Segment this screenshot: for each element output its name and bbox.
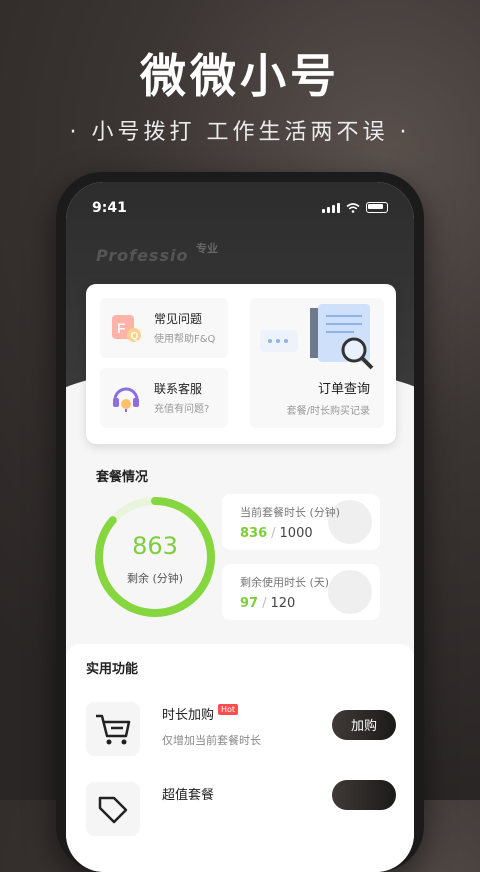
- status-icons: [322, 202, 388, 213]
- features-panel: 实用功能 时长加购 Hot 仅增加当前套餐时长 加购 超值套餐: [66, 644, 414, 872]
- order-title: 订单查询: [317, 382, 370, 397]
- remaining-label: 剩余 (分钟): [126, 572, 184, 585]
- current-used: 836: [240, 526, 268, 541]
- wifi-icon: [346, 202, 360, 213]
- current-package-card: 当前套餐时长 (分钟) 836/1000: [222, 494, 380, 550]
- current-package-label: 当前套餐时长 (分钟): [240, 506, 341, 519]
- hero-title: 微微小号: [140, 49, 340, 103]
- feature-title: 超值套餐: [162, 784, 214, 803]
- phone-screen: 9:41 Professio 专业 F Q 常见问题 使用帮助F&Q 联系客服 …: [66, 182, 414, 872]
- feature-desc: 仅增加当前套餐时长: [162, 734, 261, 747]
- signal-icon: [322, 202, 340, 213]
- contact-desc: 充值有问题?: [154, 404, 210, 415]
- contact-item[interactable]: 联系客服 充值有问题?: [100, 368, 228, 428]
- order-query-item[interactable]: 订单查询 套餐/时长购买记录: [250, 298, 384, 428]
- feature-title: 时长加购 Hot: [162, 704, 239, 723]
- headset-icon: [113, 387, 139, 412]
- cart-icon: [96, 714, 131, 745]
- faq-item[interactable]: F Q 常见问题 使用帮助F&Q: [100, 298, 228, 358]
- package-buy-button[interactable]: [332, 780, 396, 810]
- service-card: F Q 常见问题 使用帮助F&Q 联系客服 充值有问题? 订单查询 套餐/时长购…: [86, 284, 396, 444]
- contact-title: 联系客服: [154, 382, 203, 396]
- order-document-icon: [260, 304, 374, 370]
- brand-watermark: Professio: [96, 246, 189, 265]
- hero-subtitle: · 小号拨打 工作生活两不误 ·: [69, 120, 411, 145]
- current-total: 1000: [279, 526, 313, 541]
- phone-frame: 9:41 Professio 专业 F Q 常见问题 使用帮助F&Q 联系客服 …: [56, 172, 424, 872]
- features-section-title: 实用功能: [86, 662, 139, 677]
- hot-badge: Hot: [218, 704, 239, 715]
- remaining-minutes: 863: [132, 532, 178, 560]
- feature-icon-box: [86, 782, 140, 836]
- faq-desc: 使用帮助F&Q: [154, 334, 216, 345]
- svg-text:F: F: [117, 320, 126, 336]
- remaining-days-label: 剩余使用时长 (天): [240, 576, 330, 589]
- svg-text:Q: Q: [131, 331, 139, 342]
- topup-buy-button[interactable]: 加购: [332, 710, 396, 740]
- tag-icon: [98, 796, 128, 824]
- remaining-days-value: 97/120: [240, 596, 296, 611]
- status-time: 9:41: [92, 200, 127, 216]
- feature-title-text: 时长加购: [162, 708, 215, 723]
- days-total: 120: [270, 596, 296, 611]
- remaining-days-card: 剩余使用时长 (天) 97/120: [222, 564, 380, 620]
- feature-item-package[interactable]: 超值套餐: [66, 772, 414, 852]
- brand-watermark-cn: 专业: [196, 242, 218, 255]
- feature-title-text: 超值套餐: [162, 788, 215, 803]
- faq-title: 常见问题: [154, 312, 203, 326]
- decor-shape: [328, 570, 372, 614]
- feature-icon-box: [86, 702, 140, 756]
- feature-item-topup[interactable]: 时长加购 Hot 仅增加当前套餐时长 加购: [66, 692, 414, 772]
- faq-icon: F Q: [112, 315, 141, 342]
- package-section-title: 套餐情况: [96, 470, 149, 485]
- battery-icon: [366, 202, 388, 213]
- current-package-value: 836/1000: [240, 526, 313, 541]
- days-left: 97: [240, 596, 259, 611]
- order-desc: 套餐/时长购买记录: [286, 406, 370, 417]
